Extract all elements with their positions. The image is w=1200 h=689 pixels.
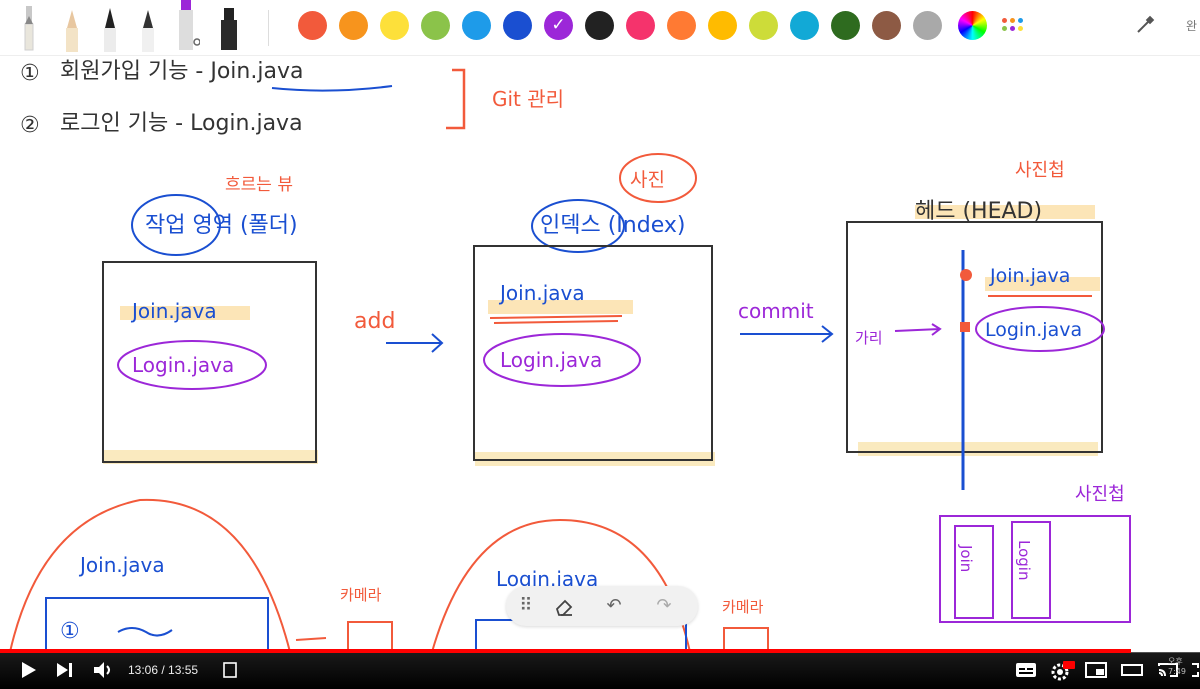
camera-sketch-1 [347, 621, 393, 652]
redo-icon[interactable]: ↷ [652, 594, 676, 618]
toolbar-divider [268, 10, 269, 46]
play-icon[interactable] [18, 660, 42, 682]
bottom-dash [295, 637, 327, 641]
highlight-strokes [103, 205, 1100, 466]
progress-bar[interactable] [0, 649, 1200, 653]
commit-node-1 [960, 269, 972, 281]
color-swatch[interactable] [626, 11, 655, 40]
chapter-icon[interactable] [220, 660, 244, 682]
whiteboard-canvas[interactable]: ① 회원가입 기능 - Join.java ② 로그인 기능 - Login.j… [0, 56, 1200, 652]
head-file-2: Login.java [985, 319, 1082, 341]
bottom-file-1: Join.java [78, 553, 165, 577]
head-label: 헤드 (HEAD) [915, 199, 1042, 224]
index-file-1: Join.java [498, 281, 585, 305]
time-display: 13:06 / 13:55 [128, 663, 198, 677]
list-item-1-number: ① [20, 61, 40, 86]
current-time: 13:06 [128, 663, 159, 677]
index-file-2: Login.java [500, 348, 602, 372]
miniplayer-icon[interactable] [1084, 660, 1108, 682]
color-swatch[interactable] [708, 11, 737, 40]
subtitles-icon[interactable] [1014, 660, 1038, 682]
list-item-2-number: ② [20, 113, 40, 138]
marker-icon[interactable] [178, 0, 201, 56]
next-icon[interactable] [54, 660, 78, 682]
head-pointer-arrow [894, 323, 942, 336]
pencil-icon[interactable] [22, 6, 36, 56]
photo-note: 사진 [630, 169, 665, 191]
color-swatch[interactable] [667, 11, 696, 40]
color-swatch[interactable] [913, 11, 942, 40]
album-spine-2: Login [1015, 540, 1033, 580]
working-label: 작업 영역 (폴더) [145, 213, 298, 238]
index-file-1-strike [489, 315, 623, 324]
color-swatch[interactable] [872, 11, 901, 40]
commit-label: commit [738, 299, 814, 323]
list-item-1-underline [271, 85, 393, 92]
color-swatch[interactable] [380, 11, 409, 40]
undo-icon[interactable]: ↶ [602, 594, 626, 618]
color-swatch[interactable] [421, 11, 450, 40]
color-swatch[interactable] [585, 11, 614, 40]
theater-mode-icon[interactable] [1120, 660, 1144, 682]
color-swatch[interactable] [298, 11, 327, 40]
commit-arrow [740, 325, 834, 343]
toolbar-truncated-label: 완 [1186, 19, 1198, 33]
album-label: 사진첩 [1075, 484, 1125, 505]
highlighter-icon[interactable] [64, 6, 80, 56]
head-pointer: 가리 [855, 329, 883, 347]
floating-tool-palette: ⠿ ↶ ↷ [506, 586, 698, 626]
color-swatch[interactable] [749, 11, 778, 40]
camera-note-1: 카메라 [340, 586, 382, 604]
camera-note-2: 카메라 [722, 598, 764, 616]
fountain-pen-icon[interactable] [102, 6, 118, 56]
progress-bar-fill [0, 649, 1131, 653]
color-swatch[interactable] [790, 11, 819, 40]
list-item-2: 로그인 기능 - Login.java [60, 111, 303, 136]
color-wheel-icon[interactable] [958, 11, 987, 40]
head-file-1: Join.java [989, 265, 1070, 287]
color-swatch[interactable] [462, 11, 491, 40]
system-clock: 오후 7:49 [1168, 657, 1186, 676]
working-file-1: Join.java [130, 299, 217, 323]
commit-node-2 [960, 322, 970, 332]
pen-icon[interactable] [140, 6, 156, 56]
flow-note: 흐르는 뷰 [225, 175, 293, 195]
color-swatch[interactable] [339, 11, 368, 40]
bottom-number: ① [60, 619, 80, 644]
volume-icon[interactable] [92, 660, 116, 682]
video-player-controls: 13:06 / 13:55 [0, 649, 1200, 689]
color-swatch[interactable] [831, 11, 860, 40]
working-file-2: Login.java [132, 353, 234, 377]
pen-tray [14, 0, 264, 56]
list-bracket [446, 68, 466, 130]
git-note: Git 관리 [492, 87, 564, 111]
add-arrow [386, 333, 444, 353]
color-swatch[interactable] [503, 11, 532, 40]
album-spine-1: Join [957, 544, 975, 572]
eyedropper-icon[interactable] [1134, 14, 1156, 36]
more-colors-icon[interactable] [1002, 14, 1028, 38]
index-label: 인덱스 (Index) [540, 213, 685, 238]
brush-icon[interactable] [218, 6, 240, 56]
add-label: add [354, 309, 395, 334]
time-separator: / [158, 663, 169, 677]
drawing-toolbar: 완 [0, 0, 1200, 56]
snapshot-note: 사진첩 [1015, 160, 1065, 181]
color-swatch[interactable] [544, 11, 573, 40]
list-item-1: 회원가입 기능 - Join.java [60, 59, 303, 84]
eraser-icon[interactable] [552, 594, 576, 618]
duration: 13:55 [168, 663, 199, 677]
drag-handle-icon[interactable]: ⠿ [514, 594, 538, 618]
bottom-squiggle [117, 627, 173, 637]
settings-icon[interactable] [1050, 660, 1075, 682]
